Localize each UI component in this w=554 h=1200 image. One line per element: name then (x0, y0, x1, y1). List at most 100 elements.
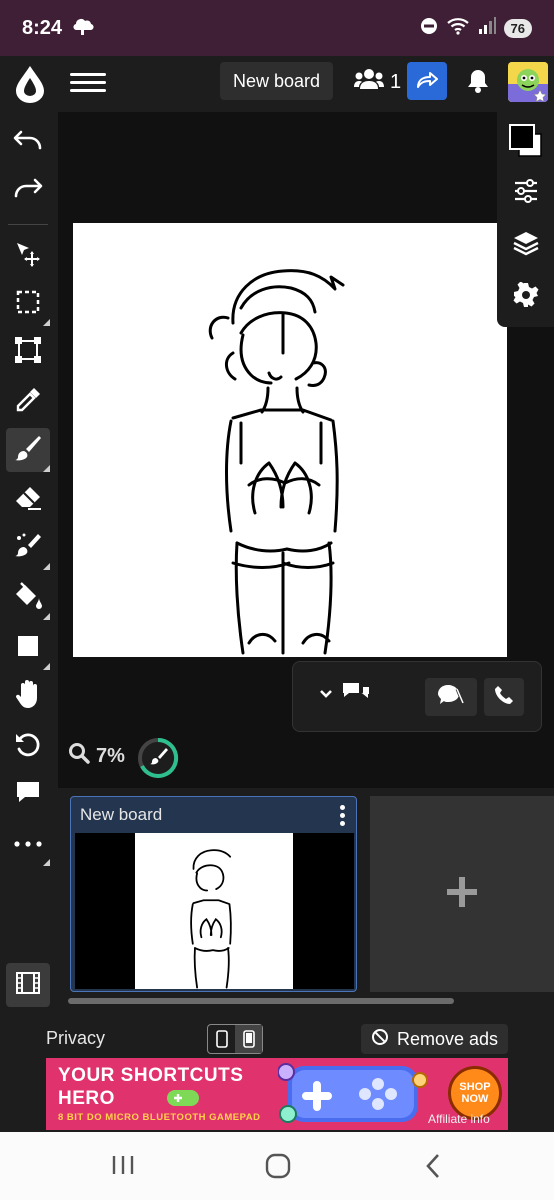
banner-headline-2: HERO (58, 1088, 115, 1109)
color-swatch-button[interactable] (505, 120, 547, 162)
rotate-tool[interactable] (6, 724, 50, 768)
select-move-tool[interactable] (6, 234, 50, 278)
status-bar: 8:24 76 (0, 0, 554, 56)
board-name-button[interactable]: New board (220, 62, 333, 100)
pan-tool[interactable] (6, 674, 50, 718)
sketch-drawing (208, 269, 345, 655)
color-swatch-icon (509, 124, 542, 157)
share-icon (416, 70, 438, 93)
frames-scrollbar[interactable] (68, 998, 454, 1004)
smudge-brush-icon (14, 532, 42, 565)
gamepad-mini-icon (166, 1088, 200, 1113)
banner-headline-1: YOUR SHORTCUTS (58, 1065, 244, 1086)
frames-strip: New board (58, 788, 554, 1016)
weather-icon (72, 16, 94, 41)
square-shape-icon (16, 634, 40, 663)
device-toggle[interactable] (207, 1024, 263, 1054)
smudge-tool[interactable] (6, 526, 50, 570)
phone-icon (494, 685, 514, 710)
drawing-canvas[interactable] (73, 223, 507, 657)
move-arrow-icon (14, 240, 42, 273)
chat-call-panel (292, 661, 542, 732)
top-toolbar: New board 1 (0, 56, 554, 112)
speech-bubble-icon (15, 779, 41, 810)
mute-voice-button[interactable] (425, 678, 477, 716)
signal-icon (478, 16, 496, 40)
brush-tool[interactable] (6, 428, 50, 472)
right-panel (497, 112, 554, 327)
ad-area: Privacy Remove ads YOUR SHORTCUTS HERO 8… (0, 1016, 554, 1132)
users-button[interactable]: 1 (354, 68, 401, 96)
gamepad-image (277, 1060, 428, 1130)
selection-tool[interactable] (6, 282, 50, 326)
eraser-tool[interactable] (6, 478, 50, 522)
marquee-select-icon (15, 289, 41, 320)
privacy-link[interactable]: Privacy (46, 1028, 105, 1049)
frame-title: New board (80, 805, 163, 824)
eyedropper-icon (14, 386, 42, 419)
users-icon (354, 68, 384, 96)
app-logo-icon[interactable] (12, 64, 48, 104)
brush-size-indicator[interactable] (137, 737, 179, 779)
adjustments-button[interactable] (505, 172, 547, 214)
voice-off-icon (437, 683, 465, 712)
zoom-level: 7% (96, 744, 125, 767)
undo-button[interactable] (6, 120, 50, 164)
back-icon[interactable] (422, 1152, 444, 1185)
system-navigation-bar (0, 1132, 554, 1200)
eraser-icon (14, 485, 42, 516)
comment-tool[interactable] (6, 772, 50, 816)
chat-toggle-button[interactable] (319, 680, 371, 709)
remove-ads-button[interactable]: Remove ads (361, 1024, 508, 1054)
settings-button[interactable] (505, 276, 547, 318)
hand-icon (15, 679, 41, 714)
remove-ads-label: Remove ads (396, 1028, 499, 1049)
user-count: 1 (390, 70, 402, 93)
battery-indicator: 76 (503, 18, 532, 38)
share-button[interactable] (407, 62, 447, 100)
zoom-indicator[interactable]: 7% (68, 742, 125, 770)
phone-layout-selected-icon[interactable] (235, 1025, 262, 1053)
menu-button[interactable] (70, 68, 106, 98)
paint-bucket-icon (13, 581, 43, 615)
phone-layout-icon[interactable] (208, 1025, 235, 1053)
frame-card[interactable]: New board (70, 796, 357, 992)
redo-button[interactable] (6, 168, 50, 212)
sliders-icon (513, 178, 539, 208)
toolbar-divider (8, 224, 48, 225)
notifications-bell-icon[interactable] (466, 68, 490, 99)
redo-icon (13, 176, 43, 205)
undo-icon (13, 128, 43, 157)
plus-icon (445, 875, 479, 914)
gear-icon (513, 281, 539, 313)
frame-menu-icon[interactable] (340, 805, 346, 827)
shape-tool[interactable] (6, 626, 50, 670)
user-avatar[interactable] (508, 62, 548, 102)
more-dots-icon (13, 835, 43, 853)
more-tools-button[interactable] (6, 822, 50, 866)
banner-subline: 8 BIT DO MICRO BLUETOOTH GAMEPAD (58, 1112, 261, 1123)
paintbrush-icon (14, 434, 42, 467)
film-strip-icon (15, 971, 41, 1000)
block-icon (371, 1028, 389, 1051)
transform-tool[interactable] (6, 330, 50, 374)
eyedropper-tool[interactable] (6, 380, 50, 424)
magnifier-icon (68, 742, 90, 770)
fill-tool[interactable] (6, 576, 50, 620)
chat-bubbles-icon (341, 680, 371, 709)
affiliate-info-link[interactable]: Affiliate info (428, 1112, 490, 1126)
call-button[interactable] (484, 678, 524, 716)
home-icon[interactable] (264, 1152, 292, 1185)
layers-button[interactable] (505, 224, 547, 266)
recent-apps-icon[interactable] (110, 1152, 136, 1183)
do-not-disturb-icon (420, 17, 438, 40)
status-time: 8:24 (22, 16, 63, 39)
tools-sidebar (0, 112, 58, 1020)
shop-now-line2: NOW (461, 1093, 489, 1105)
ad-banner[interactable]: YOUR SHORTCUTS HERO 8 BIT DO MICRO BLUET… (46, 1058, 508, 1130)
shop-now-line1: SHOP (459, 1081, 491, 1093)
timeline-toggle-button[interactable] (6, 963, 50, 1007)
layers-icon (512, 230, 540, 261)
chevron-down-icon (319, 686, 333, 704)
add-frame-button[interactable] (370, 796, 554, 992)
